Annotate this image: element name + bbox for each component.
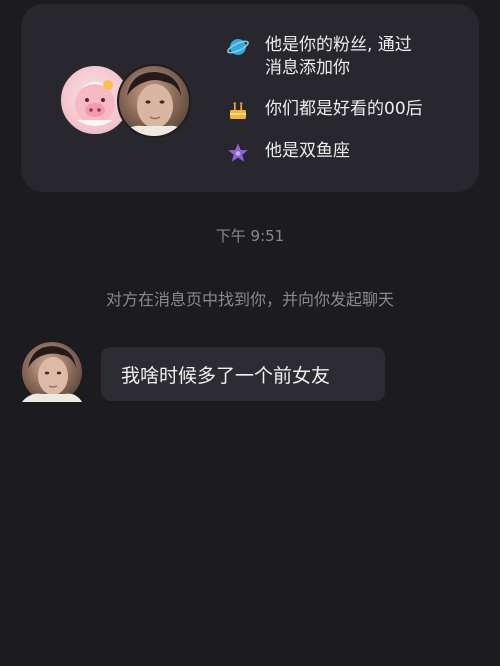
fan-info-text: 他是你的粉丝, 通过 消息添加你	[265, 35, 412, 78]
person-photo-image	[22, 346, 82, 402]
profile-info-list: 他是你的粉丝, 通过 消息添加你 你们都是好看的00后 他是双鱼座	[227, 34, 467, 182]
other-user-avatar[interactable]	[117, 64, 191, 138]
age-info-row: 你们都是好看的00后	[227, 98, 467, 122]
cake-icon	[227, 100, 249, 122]
chat-message-text: 我啥时候多了一个前女友	[121, 364, 331, 387]
fan-info-row: 他是你的粉丝, 通过 消息添加你	[227, 34, 467, 80]
age-info-text: 你们都是好看的00后	[265, 99, 423, 119]
zodiac-info-row: 他是双鱼座	[227, 140, 467, 164]
profile-card: 他是你的粉丝, 通过 消息添加你 你们都是好看的00后 他是双鱼座	[21, 4, 479, 192]
star-icon	[227, 142, 249, 164]
zodiac-info-text: 他是双鱼座	[265, 141, 350, 161]
message-timestamp: 下午 9:51	[215, 227, 285, 245]
chat-message-bubble[interactable]: 我啥时候多了一个前女友	[101, 347, 385, 401]
person-photo-image	[119, 72, 189, 136]
planet-icon	[227, 36, 249, 58]
system-notice: 对方在消息页中找到你，并向你发起聊天	[105, 290, 394, 309]
sender-avatar[interactable]	[22, 342, 82, 402]
